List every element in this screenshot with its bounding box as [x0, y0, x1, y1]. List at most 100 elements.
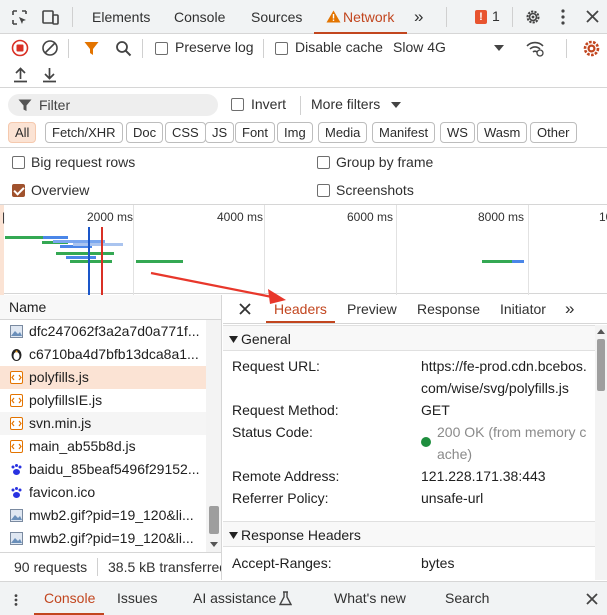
- list-item[interactable]: c6710ba4d7bfb13dca8a1...: [0, 343, 206, 366]
- close-devtools-icon[interactable]: [586, 10, 599, 23]
- list-item[interactable]: dfc247062f3a2a7d0a771f...: [0, 320, 206, 343]
- tab-response[interactable]: Response: [417, 295, 480, 323]
- filter-input[interactable]: Filter: [8, 94, 218, 116]
- warning-icon: [326, 10, 341, 23]
- group-by-frame-label: Group by frame: [336, 154, 434, 170]
- big-request-rows-checkbox[interactable]: [12, 156, 25, 169]
- screenshots-checkbox[interactable]: [317, 184, 330, 197]
- type-chip-font[interactable]: Font: [235, 122, 276, 143]
- search-icon[interactable]: [115, 40, 132, 57]
- list-item[interactable]: baidu_85beaf5496f29152...: [0, 458, 206, 481]
- preserve-log-label: Preserve log: [175, 39, 254, 55]
- details-scrollbar-thumb[interactable]: [597, 339, 605, 391]
- list-item-selected[interactable]: polyfills.js: [0, 366, 206, 389]
- drawer-tab-ai-assistance[interactable]: AI assistance: [193, 582, 276, 615]
- drawer-tab-console[interactable]: Console: [44, 582, 95, 615]
- list-item[interactable]: mwb2.gif?pid=19_120&li...: [0, 504, 206, 527]
- close-drawer-icon[interactable]: [586, 593, 598, 605]
- more-filters-dropdown[interactable]: More filters: [311, 94, 406, 116]
- script-icon: [10, 440, 23, 453]
- issues-count: 1: [492, 8, 500, 24]
- type-chip-wasm[interactable]: Wasm: [477, 122, 528, 143]
- drawer-tab-search[interactable]: Search: [445, 582, 489, 615]
- network-overview-timeline[interactable]: | 2000 ms 4000 ms 6000 ms 8000 ms 10: [0, 204, 607, 295]
- scroll-up-icon[interactable]: [597, 329, 605, 334]
- section-response-headers-title: Response Headers: [241, 527, 361, 543]
- network-settings-gear-icon[interactable]: [582, 39, 601, 58]
- type-chip-js[interactable]: JS: [205, 122, 235, 143]
- request-name: polyfills.js: [29, 369, 89, 385]
- request-list-scrollbar[interactable]: [206, 320, 221, 552]
- type-chip-media[interactable]: Media: [318, 122, 368, 143]
- request-list-header[interactable]: Name: [0, 295, 221, 320]
- more-details-tabs-icon[interactable]: »: [565, 295, 574, 323]
- drawer-tab-issues[interactable]: Issues: [117, 582, 157, 615]
- inspect-element-icon[interactable]: [11, 9, 28, 26]
- tab-network-label: Network: [343, 9, 395, 25]
- tab-preview[interactable]: Preview: [347, 295, 397, 323]
- image-icon: [10, 325, 23, 338]
- list-item[interactable]: polyfillsIE.js: [0, 389, 206, 412]
- section-general[interactable]: General: [223, 325, 595, 351]
- network-conditions-icon[interactable]: [525, 39, 545, 57]
- script-icon: [10, 394, 23, 407]
- type-chip-manifest[interactable]: Manifest: [372, 122, 436, 143]
- tab-console[interactable]: Console: [174, 0, 225, 34]
- type-chip-other[interactable]: Other: [530, 122, 577, 143]
- accept-ranges-key: Accept-Ranges:: [232, 555, 332, 571]
- filter-icon: [18, 99, 32, 112]
- more-tabs-icon[interactable]: »: [414, 0, 423, 34]
- referrer-policy-key: Referrer Policy:: [232, 490, 329, 506]
- overview-checkbox[interactable]: [12, 184, 25, 197]
- details-scrollbar[interactable]: [595, 325, 607, 580]
- accept-ranges-value: bytes: [421, 555, 455, 571]
- close-details-icon[interactable]: [239, 303, 251, 315]
- disable-cache-checkbox[interactable]: [275, 42, 288, 55]
- export-har-icon[interactable]: [42, 67, 57, 83]
- drawer-menu-icon[interactable]: [14, 594, 18, 606]
- chevron-down-icon: [494, 45, 504, 51]
- list-item[interactable]: mwb2.gif?pid=19_120&li...: [0, 527, 206, 550]
- group-by-frame-checkbox[interactable]: [317, 156, 330, 169]
- type-chip-fetch-xhr[interactable]: Fetch/XHR: [45, 122, 123, 143]
- request-list: Name dfc247062f3a2a7d0a771f... c6710ba4d…: [0, 295, 222, 552]
- record-stop-icon[interactable]: [11, 39, 29, 57]
- request-url-value: https://fe-prod.cdn.bcebos.: [421, 358, 587, 374]
- more-options-icon[interactable]: [561, 9, 565, 25]
- drawer-tab-whats-new[interactable]: What's new: [334, 582, 406, 615]
- type-chip-ws[interactable]: WS: [440, 122, 475, 143]
- section-response-headers[interactable]: Response Headers: [223, 521, 595, 547]
- settings-gear-icon[interactable]: [524, 8, 542, 26]
- scroll-down-icon[interactable]: [210, 542, 218, 547]
- overview-waterfall-bars: [5, 227, 524, 295]
- list-item[interactable]: main_ab55b8d.js: [0, 435, 206, 458]
- request-name: mwb2.gif?pid=19_120&li...: [29, 507, 194, 523]
- list-item[interactable]: favicon.ico: [0, 481, 206, 504]
- tab-sources[interactable]: Sources: [251, 0, 302, 34]
- clear-log-icon[interactable]: [41, 39, 59, 57]
- request-name: main_ab55b8d.js: [29, 438, 136, 454]
- filter-placeholder: Filter: [39, 97, 71, 113]
- type-chip-all[interactable]: All: [8, 122, 37, 143]
- request-name: mwb2.gif?pid=19_120&li...: [29, 530, 194, 546]
- import-har-icon[interactable]: [13, 67, 28, 83]
- tab-network[interactable]: Network: [314, 0, 407, 34]
- issues-badge[interactable]: ! 1: [475, 8, 507, 26]
- tab-initiator[interactable]: Initiator: [500, 295, 546, 323]
- invert-checkbox[interactable]: [231, 98, 244, 111]
- scrollbar-thumb[interactable]: [209, 506, 219, 534]
- filter-funnel-icon[interactable]: [84, 41, 99, 56]
- tab-elements[interactable]: Elements: [92, 0, 150, 34]
- type-chip-css[interactable]: CSS: [165, 122, 206, 143]
- throttling-select[interactable]: Slow 4G: [390, 36, 508, 60]
- remote-address-key: Remote Address:: [232, 468, 340, 484]
- type-chip-doc[interactable]: Doc: [126, 122, 164, 143]
- type-chip-img[interactable]: Img: [277, 122, 313, 143]
- device-toolbar-icon[interactable]: [41, 9, 60, 26]
- status-ok-dot-icon: [421, 437, 431, 447]
- request-url-value-cont: com/wise/svg/polyfills.js: [421, 380, 569, 396]
- tab-headers[interactable]: Headers: [266, 295, 335, 323]
- script-icon: [10, 371, 23, 384]
- preserve-log-checkbox[interactable]: [155, 42, 168, 55]
- list-item[interactable]: svn.min.js: [0, 412, 206, 435]
